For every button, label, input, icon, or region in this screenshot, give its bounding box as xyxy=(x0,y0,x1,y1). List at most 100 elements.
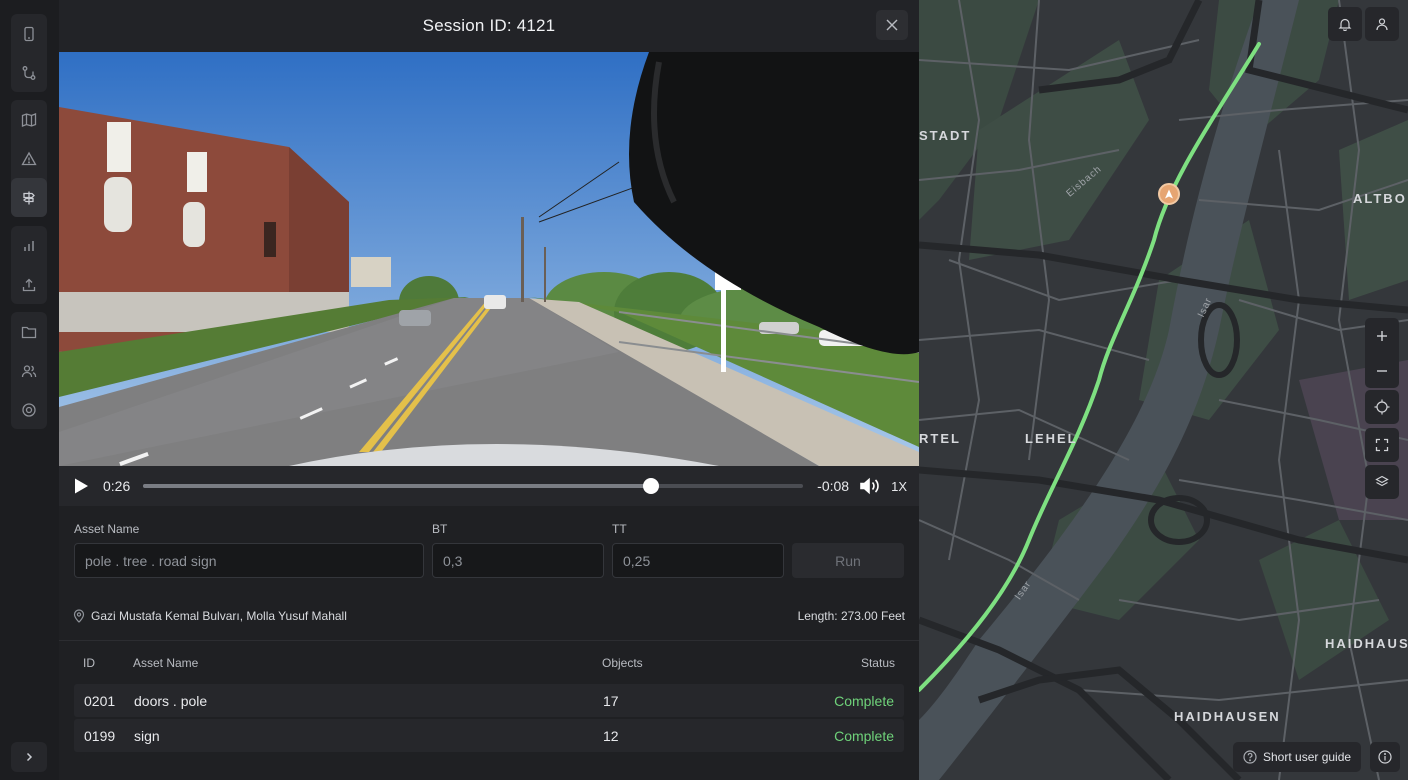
seek-bar[interactable] xyxy=(143,478,804,494)
sidebar-item-routes[interactable] xyxy=(11,53,47,92)
warning-icon xyxy=(21,151,37,165)
map-label-rtel: RTEL xyxy=(919,431,961,446)
row-id: 0199 xyxy=(84,728,116,744)
divider xyxy=(59,640,919,641)
row-asset-name: sign xyxy=(134,728,160,744)
col-id: ID xyxy=(83,656,95,670)
sidebar-group-top xyxy=(11,14,47,92)
user-guide-label: Short user guide xyxy=(1263,750,1352,764)
col-objects: Objects xyxy=(602,656,643,670)
asset-name-label: Asset Name xyxy=(74,522,140,536)
map-icon xyxy=(21,112,37,127)
sidebar-item-signs[interactable] xyxy=(11,178,47,217)
seek-bar-progress xyxy=(143,484,652,488)
map-label-lehel: LEHEL xyxy=(1025,431,1078,446)
playback-speed[interactable]: 1X xyxy=(891,479,907,494)
player-controls: 0:26 -0:08 1X xyxy=(59,466,919,506)
bt-label: BT xyxy=(432,522,448,536)
session-panel: Session ID: 4121 0:26 -0:08 1X Asset Nam… xyxy=(59,0,919,780)
sidebar-group-main xyxy=(11,100,47,217)
vehicle-marker[interactable] xyxy=(1158,183,1180,205)
asset-name-input[interactable] xyxy=(74,543,424,578)
tablet-icon xyxy=(24,26,34,41)
tt-label: TT xyxy=(612,522,627,536)
sidebar-item-alerts[interactable] xyxy=(11,139,47,178)
play-icon xyxy=(75,478,88,494)
sidebar-item-files[interactable] xyxy=(11,312,47,351)
fullscreen-button[interactable] xyxy=(1365,428,1399,462)
bt-input[interactable] xyxy=(432,543,604,578)
volume-button[interactable] xyxy=(859,477,881,495)
settings-icon xyxy=(22,402,36,417)
row-asset-name: doors . pole xyxy=(134,693,208,709)
sidebar-expand-button[interactable] xyxy=(11,742,47,772)
users-icon xyxy=(21,364,37,377)
zoom-controls xyxy=(1365,318,1399,388)
page-title: Session ID: 4121 xyxy=(422,16,556,35)
help-icon xyxy=(1243,750,1257,764)
play-button[interactable] xyxy=(73,477,91,495)
route-icon xyxy=(22,65,36,80)
route-length: Length: 273.00 Feet xyxy=(797,609,905,623)
upload-icon xyxy=(22,278,36,291)
street-scene-image xyxy=(59,52,919,466)
user-icon xyxy=(1376,18,1388,31)
minus-icon xyxy=(1377,369,1387,372)
sidebar-group-analytics xyxy=(11,226,47,304)
fullscreen-icon xyxy=(1375,438,1389,452)
tt-input[interactable] xyxy=(612,543,784,578)
col-status: Status xyxy=(860,656,895,670)
layers-icon xyxy=(1375,475,1389,487)
table-header: ID Asset Name Objects Status xyxy=(73,656,905,672)
seek-bar-handle[interactable] xyxy=(643,478,660,494)
map-view[interactable]: STADT ALTBO LEHEL RTEL HAIDHAUS HAIDHAUS… xyxy=(919,0,1408,780)
signpost-icon xyxy=(22,191,35,204)
map-label-haidhausen: HAIDHAUSEN xyxy=(1174,709,1281,724)
layers-button[interactable] xyxy=(1365,465,1399,499)
sidebar-item-analytics[interactable] xyxy=(11,226,47,265)
zoom-out-button[interactable] xyxy=(1365,353,1399,388)
row-id: 0201 xyxy=(84,693,116,709)
bell-icon xyxy=(1338,18,1352,31)
sidebar-item-settings[interactable] xyxy=(11,390,47,429)
map-label-altbo: ALTBO xyxy=(1353,191,1407,206)
sidebar-item-export[interactable] xyxy=(11,265,47,304)
chevron-right-icon xyxy=(26,752,33,762)
user-guide-button[interactable]: Short user guide xyxy=(1233,742,1362,772)
crosshair-icon xyxy=(1374,399,1390,415)
table-row[interactable]: 0199 sign 12 Complete xyxy=(74,719,904,752)
row-objects: 17 xyxy=(603,693,619,709)
location-address: Gazi Mustafa Kemal Bulvarı, Molla Yusuf … xyxy=(91,609,347,623)
info-button[interactable] xyxy=(1370,742,1400,772)
location-pin-icon xyxy=(73,609,85,623)
close-icon xyxy=(886,19,898,31)
app-root: Session ID: 4121 0:26 -0:08 1X Asset Nam… xyxy=(0,0,1408,780)
bar-chart-icon xyxy=(24,240,34,251)
folder-icon xyxy=(21,326,37,338)
remaining-time: -0:08 xyxy=(817,478,850,494)
table-row[interactable]: 0201 doors . pole 17 Complete xyxy=(74,684,904,717)
profile-button[interactable] xyxy=(1365,7,1399,41)
location-row: Gazi Mustafa Kemal Bulvarı, Molla Yusuf … xyxy=(73,609,905,623)
locate-button[interactable] xyxy=(1365,390,1399,424)
row-objects: 12 xyxy=(603,728,619,744)
video-frame[interactable] xyxy=(59,52,919,466)
asset-form: Asset Name BT TT Run xyxy=(59,506,919,596)
close-button[interactable] xyxy=(876,10,908,40)
current-time: 0:26 xyxy=(103,478,131,494)
run-button[interactable]: Run xyxy=(792,543,904,578)
map-canvas xyxy=(919,0,1408,780)
volume-icon xyxy=(860,477,879,495)
sidebar xyxy=(0,0,59,780)
status-badge: Complete xyxy=(834,728,894,744)
sidebar-item-map[interactable] xyxy=(11,100,47,139)
zoom-in-button[interactable] xyxy=(1365,318,1399,353)
map-label-haidhaus: HAIDHAUS xyxy=(1325,636,1408,651)
sidebar-item-devices[interactable] xyxy=(11,14,47,53)
panel-header: Session ID: 4121 xyxy=(59,0,919,52)
col-asset-name: Asset Name xyxy=(133,656,199,670)
navigation-arrow-icon xyxy=(1165,189,1173,199)
status-badge: Complete xyxy=(834,693,894,709)
sidebar-item-users[interactable] xyxy=(11,351,47,390)
notifications-button[interactable] xyxy=(1328,7,1362,41)
